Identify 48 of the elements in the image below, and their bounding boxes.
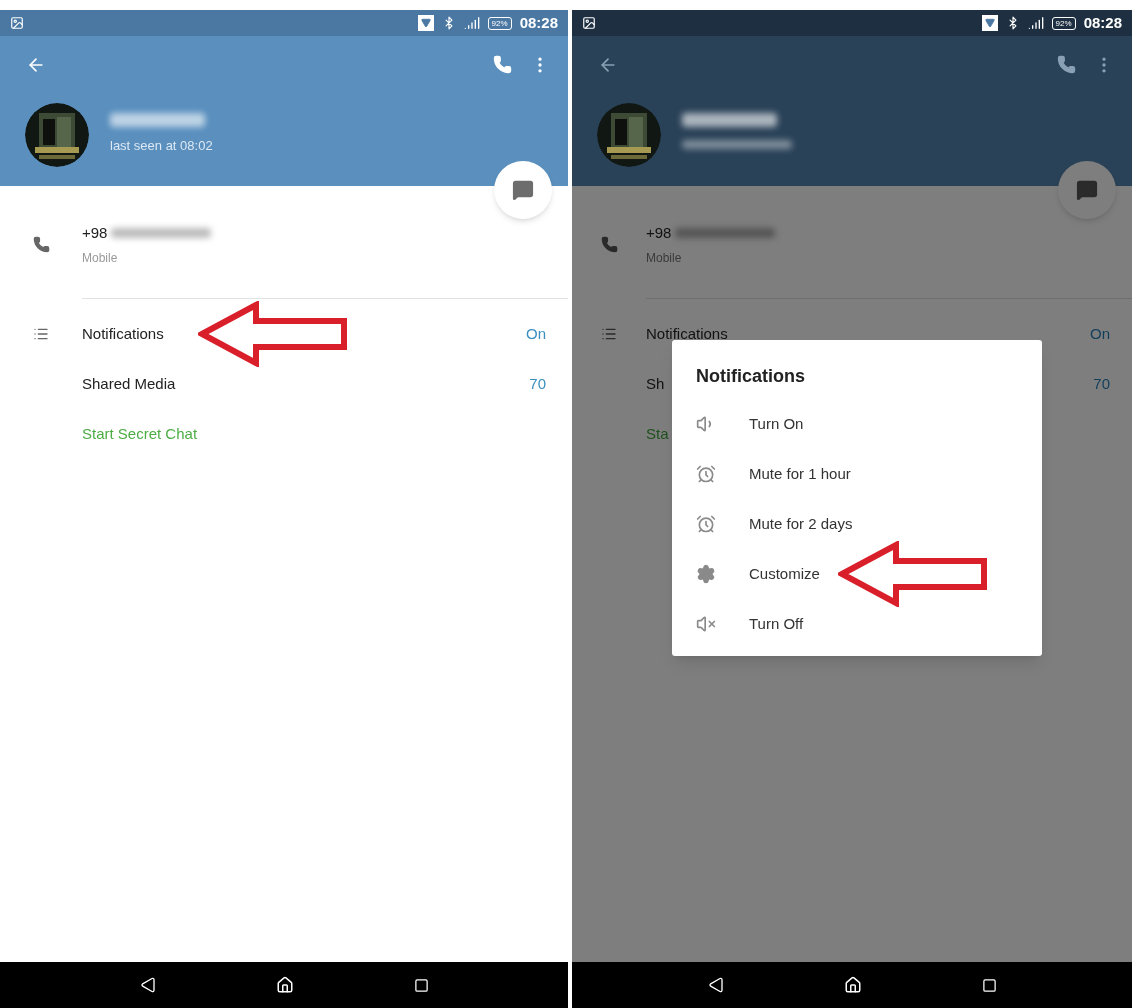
image-icon <box>582 16 596 30</box>
signal-icon <box>463 15 480 31</box>
recents-nav-icon[interactable] <box>981 977 997 993</box>
settings-row[interactable]: Notifications On <box>572 309 1132 359</box>
row-value: 70 <box>529 373 546 394</box>
alarm-clock-icon <box>696 514 716 534</box>
message-icon <box>512 179 534 201</box>
dialog-menu-item[interactable]: Turn Off <box>672 599 1042 649</box>
message-icon <box>1076 179 1098 201</box>
row-value: On <box>526 323 546 344</box>
dialog-menu-item[interactable]: Turn On <box>672 399 1042 449</box>
notification-icon <box>981 15 998 31</box>
settings-row[interactable]: Notifications On <box>0 309 568 359</box>
back-nav-icon[interactable] <box>707 977 724 993</box>
home-nav-icon[interactable] <box>843 976 862 994</box>
settings-row[interactable]: Shared Media 70 <box>0 359 568 409</box>
last-seen-status: last seen at 08:02 <box>110 137 213 155</box>
mute-icon <box>696 614 716 634</box>
phone-icon <box>600 236 618 253</box>
phone-label: Mobile <box>82 249 119 267</box>
clock-time: 08:28 <box>1083 12 1122 33</box>
dialog-title: Notifications <box>695 365 806 388</box>
phone-number: +98 <box>82 223 108 243</box>
row-label: Notifications <box>646 323 728 344</box>
battery-level: 92% <box>487 16 512 30</box>
home-nav-icon[interactable] <box>275 976 294 994</box>
row-label: Notifications <box>82 323 164 344</box>
phone-icon[interactable] <box>1057 55 1076 74</box>
dialog-menu-item[interactable]: Mute for 1 hour <box>672 449 1042 499</box>
recents-nav-icon[interactable] <box>413 977 429 993</box>
alarm-clock-icon <box>696 464 716 484</box>
phone-icon <box>32 236 50 253</box>
dialog-menu-item[interactable]: Mute for 2 days <box>672 499 1042 549</box>
row-value: On <box>1090 323 1110 344</box>
back-nav-icon[interactable] <box>139 977 156 993</box>
settings-icon <box>696 564 716 584</box>
signal-icon <box>1027 15 1044 31</box>
row-label: Shared Media <box>82 373 176 394</box>
notification-icon <box>417 15 434 31</box>
phone-number: +98 <box>646 223 672 243</box>
phone-label: Mobile <box>646 249 683 267</box>
list-icon <box>601 326 617 342</box>
dialog-menu-item[interactable]: Customize <box>672 549 1042 599</box>
row-label: Start Secret Chat <box>82 423 198 444</box>
battery-level: 92% <box>1051 16 1076 30</box>
clock-time: 08:28 <box>519 12 558 33</box>
list-icon <box>33 326 49 342</box>
image-icon <box>10 16 24 30</box>
